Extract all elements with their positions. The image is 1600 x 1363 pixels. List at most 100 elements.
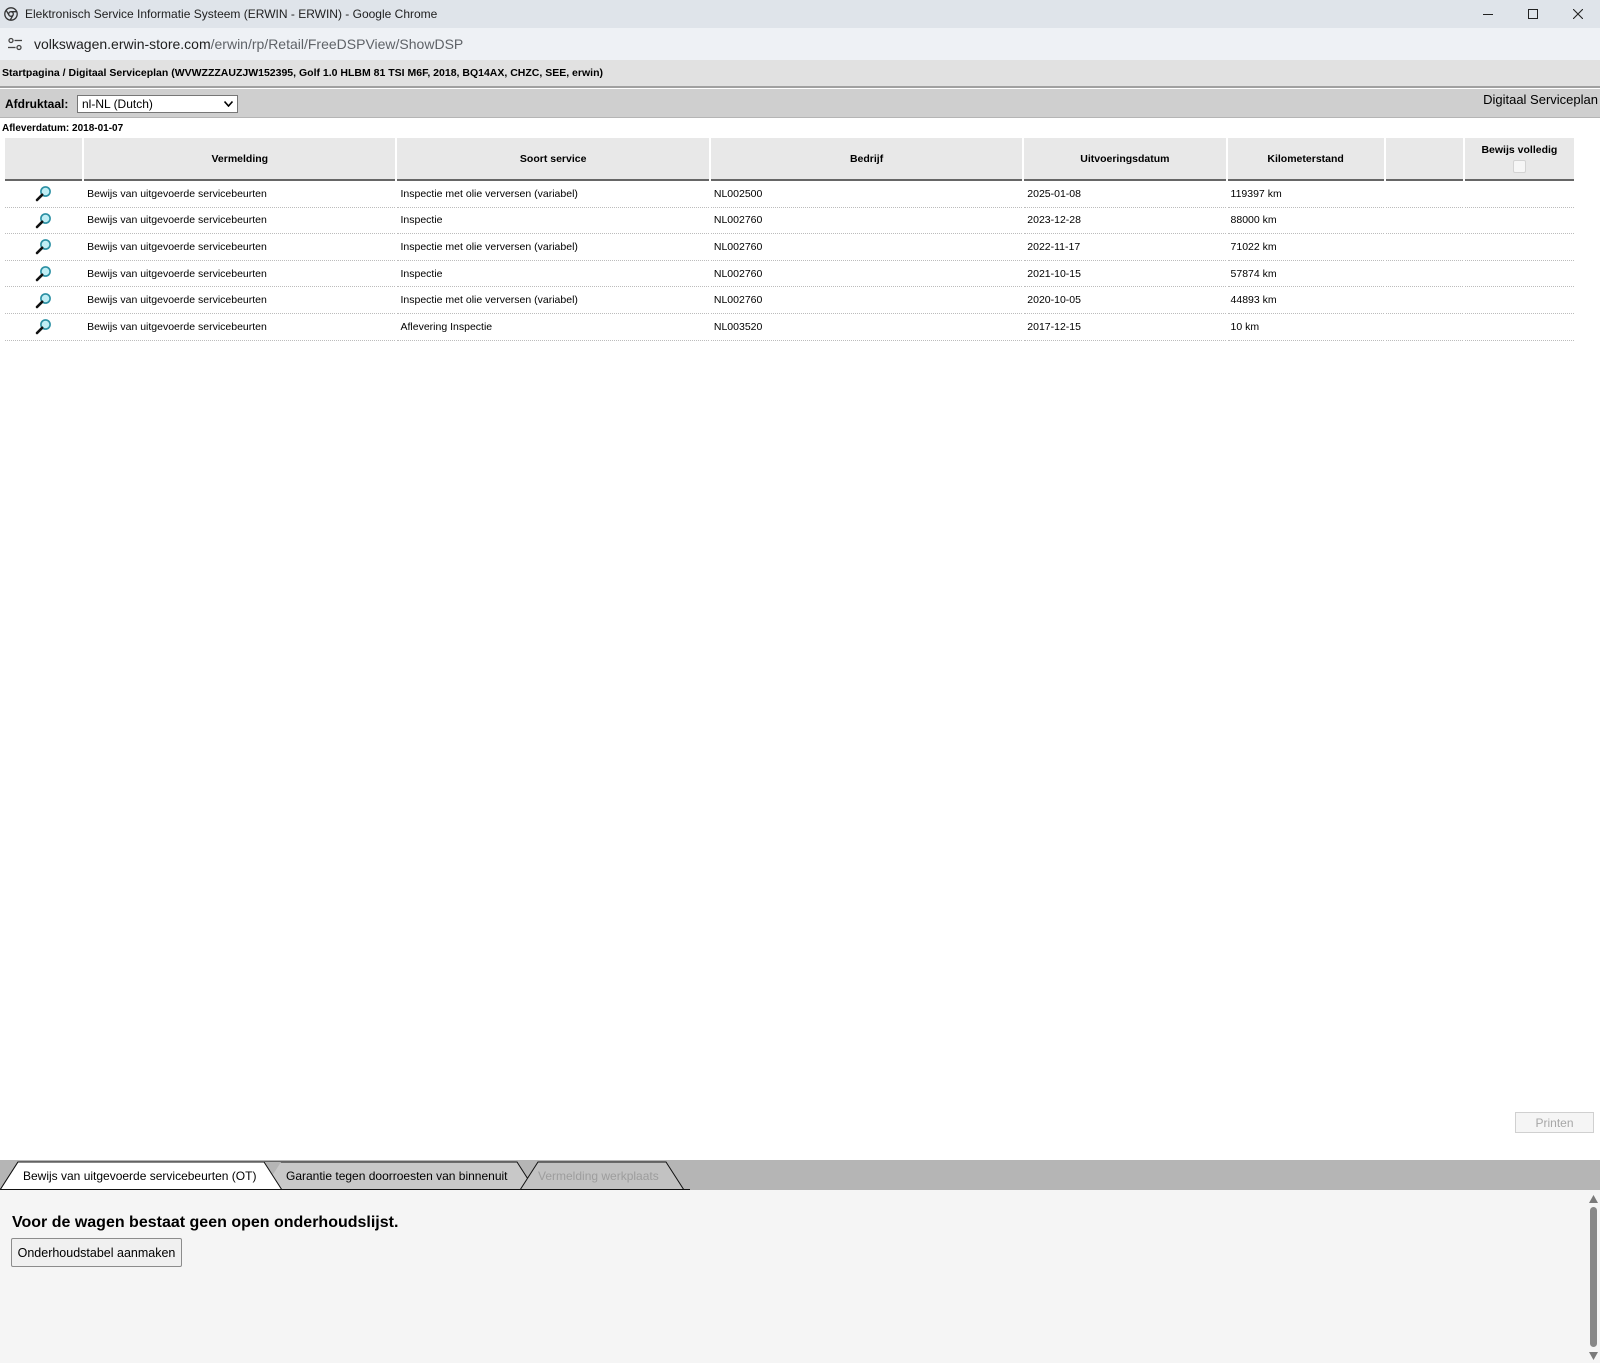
cell-blank	[1385, 181, 1463, 208]
row-icon-cell[interactable]	[5, 261, 83, 288]
chrome-app-icon	[4, 7, 18, 21]
cell-company: NL002760	[710, 234, 1023, 261]
cell-service-type: Inspectie met olie verversen (variabel)	[397, 287, 709, 314]
table-row[interactable]: Bewijs van uitgevoerde servicebeurten In…	[5, 181, 1574, 208]
cell-blank	[1385, 208, 1463, 235]
table-row[interactable]: Bewijs van uitgevoerde servicebeurten In…	[5, 261, 1574, 288]
cell-date: 2023-12-28	[1024, 208, 1226, 235]
scroll-thumb[interactable]	[1590, 1207, 1597, 1347]
tab-rust-warranty[interactable]: Garantie tegen doorroesten van binnenuit	[286, 1169, 508, 1183]
cell-entry: Bewijs van uitgevoerde servicebeurten	[84, 208, 396, 235]
table-row[interactable]: Bewijs van uitgevoerde servicebeurten Af…	[5, 314, 1574, 341]
table-header-row: Vermelding Soort service Bedrijf Uitvoer…	[5, 138, 1574, 181]
breadcrumb[interactable]: Startpagina / Digitaal Serviceplan (WVWZ…	[0, 60, 1600, 88]
row-icon-cell[interactable]	[5, 234, 83, 261]
cell-service-type: Inspectie met olie verversen (variabel)	[397, 234, 709, 261]
bottom-pane: Voor de wagen bestaat geen open onderhou…	[0, 1190, 1600, 1363]
minimize-button[interactable]	[1465, 0, 1510, 28]
cell-entry: Bewijs van uitgevoerde servicebeurten	[84, 234, 396, 261]
print-language-value: nl-NL (Dutch)	[82, 97, 153, 111]
scroll-up-icon[interactable]	[1589, 1195, 1598, 1203]
table-row[interactable]: Bewijs van uitgevoerde servicebeurten In…	[5, 234, 1574, 261]
cell-entry: Bewijs van uitgevoerde servicebeurten	[84, 287, 396, 314]
minimize-icon	[1482, 14, 1493, 15]
toolbar: Afdruktaal: nl-NL (Dutch) Digitaal Servi…	[0, 89, 1600, 118]
cell-entry: Bewijs van uitgevoerde servicebeurten	[84, 261, 396, 288]
row-icon-cell[interactable]	[5, 314, 83, 341]
magnifier-icon[interactable]	[35, 238, 52, 255]
cell-service-type: Inspectie	[397, 261, 709, 288]
cell-proof-complete	[1464, 234, 1574, 261]
header-company[interactable]: Bedrijf	[710, 138, 1023, 181]
print-language-select[interactable]: nl-NL (Dutch)	[77, 95, 238, 113]
header-mileage[interactable]: Kilometerstand	[1227, 138, 1384, 181]
row-icon-cell[interactable]	[5, 181, 83, 208]
url-path: /erwin/rp/Retail/FreeDSPView/ShowDSP	[210, 36, 464, 52]
url-text[interactable]: volkswagen.erwin-store.com/erwin/rp/Reta…	[34, 36, 463, 52]
scroll-down-icon[interactable]	[1589, 1352, 1598, 1360]
cell-proof-complete	[1464, 181, 1574, 208]
cell-blank	[1385, 314, 1463, 341]
cell-mileage: 119397 km	[1227, 181, 1384, 208]
print-button[interactable]: Printen	[1515, 1112, 1594, 1133]
magnifier-icon[interactable]	[35, 292, 52, 309]
cell-blank	[1385, 234, 1463, 261]
row-icon-cell[interactable]	[5, 287, 83, 314]
cell-mileage: 88000 km	[1227, 208, 1384, 235]
cell-date: 2025-01-08	[1024, 181, 1226, 208]
window-controls	[1465, 0, 1600, 28]
proof-complete-checkbox	[1512, 160, 1526, 173]
cell-service-type: Inspectie met olie verversen (variabel)	[397, 181, 709, 208]
cell-company: NL003520	[710, 314, 1023, 341]
cell-service-type: Inspectie	[397, 208, 709, 235]
close-icon	[1572, 9, 1583, 19]
service-records-table: Vermelding Soort service Bedrijf Uitvoer…	[3, 138, 1576, 341]
cell-company: NL002760	[710, 208, 1023, 235]
row-icon-cell[interactable]	[5, 208, 83, 235]
address-bar[interactable]: volkswagen.erwin-store.com/erwin/rp/Reta…	[0, 28, 1600, 60]
create-maintenance-table-button[interactable]: Onderhoudstabel aanmaken	[11, 1238, 182, 1267]
maximize-button[interactable]	[1510, 0, 1555, 28]
url-host: volkswagen.erwin-store.com	[34, 36, 211, 52]
header-date[interactable]: Uitvoeringsdatum	[1024, 138, 1226, 181]
header-proof-complete: Bewijs volledig	[1464, 138, 1574, 181]
cell-proof-complete	[1464, 287, 1574, 314]
print-language-label: Afdruktaal:	[5, 97, 69, 111]
cell-proof-complete	[1464, 314, 1574, 341]
site-info-icon[interactable]	[7, 36, 23, 52]
close-button[interactable]	[1555, 0, 1600, 28]
cell-company: NL002500	[710, 181, 1023, 208]
header-entry[interactable]: Vermelding	[84, 138, 396, 181]
table-row[interactable]: Bewijs van uitgevoerde servicebeurten In…	[5, 208, 1574, 235]
cell-date: 2022-11-17	[1024, 234, 1226, 261]
cell-date: 2017-12-15	[1024, 314, 1226, 341]
cell-date: 2021-10-15	[1024, 261, 1226, 288]
tab-strip: Bewijs van uitgevoerde servicebeurten (O…	[0, 1160, 1600, 1190]
cell-mileage: 44893 km	[1227, 287, 1384, 314]
cell-entry: Bewijs van uitgevoerde servicebeurten	[84, 181, 396, 208]
cell-mileage: 71022 km	[1227, 234, 1384, 261]
window-title: Elektronisch Service Informatie Systeem …	[25, 7, 438, 21]
tab-service-records[interactable]: Bewijs van uitgevoerde servicebeurten (O…	[23, 1169, 256, 1183]
header-icon-column	[5, 138, 83, 181]
cell-mileage: 10 km	[1227, 314, 1384, 341]
page-heading: Digitaal Serviceplan	[1483, 92, 1598, 107]
no-maintenance-list-message: Voor de wagen bestaat geen open onderhou…	[12, 1214, 399, 1231]
cell-service-type: Aflevering Inspectie	[397, 314, 709, 341]
header-service-type[interactable]: Soort service	[397, 138, 709, 181]
maximize-icon	[1527, 9, 1538, 19]
cell-company: NL002760	[710, 287, 1023, 314]
magnifier-icon[interactable]	[35, 318, 52, 335]
magnifier-icon[interactable]	[35, 185, 52, 202]
cell-blank	[1385, 287, 1463, 314]
magnifier-icon[interactable]	[35, 265, 52, 282]
magnifier-icon[interactable]	[35, 212, 52, 229]
window-titlebar: Elektronisch Service Informatie Systeem …	[0, 0, 1600, 28]
cell-date: 2020-10-05	[1024, 287, 1226, 314]
cell-company: NL002760	[710, 261, 1023, 288]
bottom-pane-scrollbar[interactable]	[1587, 1190, 1600, 1363]
cell-entry: Bewijs van uitgevoerde servicebeurten	[84, 314, 396, 341]
header-blank	[1385, 138, 1463, 181]
header-proof-complete-label: Bewijs volledig	[1481, 144, 1558, 156]
table-row[interactable]: Bewijs van uitgevoerde servicebeurten In…	[5, 287, 1574, 314]
